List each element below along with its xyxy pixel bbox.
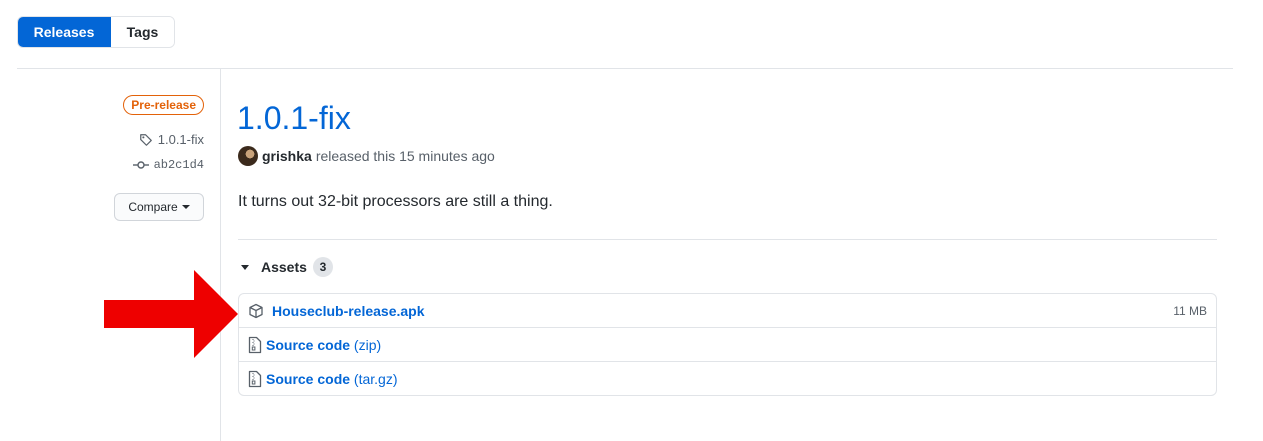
assets-heading: Assets — [261, 259, 307, 275]
released-time-text: released this 15 minutes ago — [315, 148, 495, 164]
release-notes: It turns out 32-bit processors are still… — [238, 193, 553, 210]
triangle-down-icon — [241, 264, 249, 270]
commit-link[interactable]: ab2c1d4 — [132, 158, 204, 172]
compare-label: Compare — [128, 200, 178, 214]
source-code-label: Source code — [266, 336, 351, 353]
source-code-label: Source code — [266, 371, 351, 387]
asset-size: 11 MB — [1173, 303, 1207, 318]
assets-count-badge: 3 — [312, 257, 333, 277]
git-commit-icon — [132, 161, 149, 169]
asset-row: Source code (zip) — [239, 328, 1216, 362]
timeline-line — [220, 68, 221, 441]
archive-format: (zip) — [353, 336, 382, 353]
release-title[interactable]: 1.0.1-fix — [237, 98, 351, 138]
divider — [17, 68, 1233, 69]
archive-format: (tar.gz) — [353, 371, 398, 387]
avatar[interactable] — [238, 146, 258, 166]
author-link[interactable]: grishka — [262, 148, 312, 164]
file-zip-icon — [248, 370, 262, 388]
releases-tab[interactable]: Releases — [18, 17, 111, 47]
releases-tags-switcher: Releases Tags — [17, 16, 175, 48]
asset-download-link[interactable]: Houseclub-release.apk — [272, 303, 425, 319]
tag-name: 1.0.1-fix — [157, 132, 204, 147]
package-icon — [249, 303, 263, 318]
compare-button[interactable]: Compare — [114, 193, 204, 221]
source-zip-link[interactable]: Source code (zip) — [266, 337, 381, 353]
assets-list: Houseclub-release.apk 11 MB Source code … — [238, 293, 1217, 396]
assets-toggle[interactable]: Assets 3 — [241, 257, 333, 277]
asset-row: Houseclub-release.apk 11 MB — [239, 294, 1216, 328]
commit-sha: ab2c1d4 — [153, 158, 204, 172]
asset-row: Source code (tar.gz) — [239, 362, 1216, 396]
tag-icon — [139, 133, 152, 146]
tags-tab[interactable]: Tags — [111, 17, 174, 47]
prerelease-badge: Pre-release — [123, 95, 204, 115]
release-byline: grishka released this 15 minutes ago — [238, 146, 495, 166]
source-targz-link[interactable]: Source code (tar.gz) — [266, 371, 398, 387]
divider — [238, 239, 1217, 240]
tag-link[interactable]: 1.0.1-fix — [139, 132, 204, 147]
annotation-arrow-icon — [104, 270, 238, 358]
file-zip-icon — [248, 336, 262, 353]
caret-down-icon — [181, 205, 190, 209]
